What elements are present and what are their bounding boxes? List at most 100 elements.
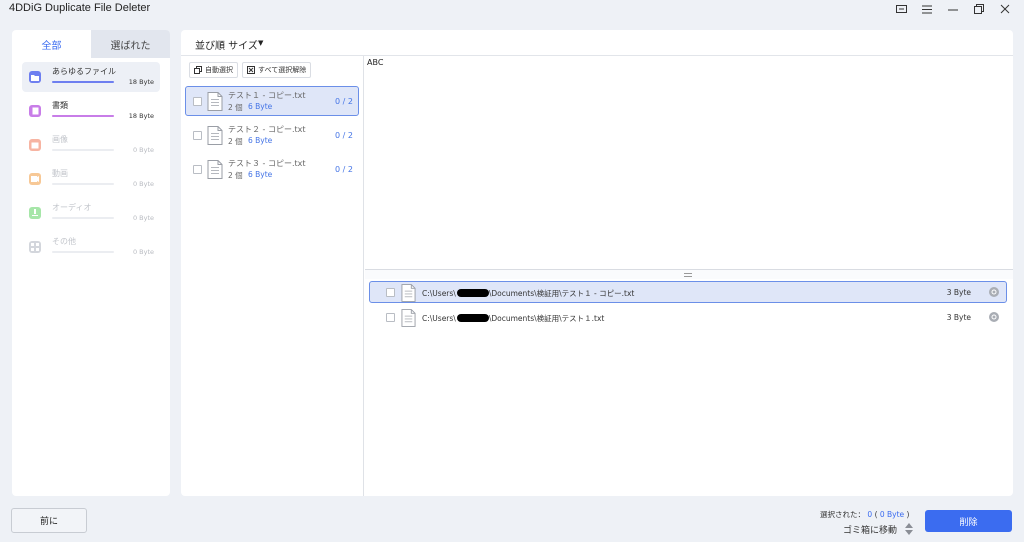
duplicate-group-item[interactable]: テスト１ - コピー.txt 2 個 6 Byte 0 / 2 (185, 86, 359, 116)
window-controls (888, 1, 1018, 17)
main-panel: 並び順 サイズ ▼ 自動選択 すべて選択解除 テスト１ - コピー.txt 2 個… (181, 30, 1013, 496)
video-icon (29, 173, 41, 185)
open-location-icon[interactable] (989, 287, 999, 297)
minimize-icon[interactable] (940, 1, 966, 17)
file-checkbox[interactable] (386, 288, 395, 297)
category-item[interactable]: 画像 0 Byte (22, 130, 160, 160)
category-item[interactable]: 書類 18 Byte (22, 96, 160, 126)
file-checkbox[interactable] (386, 313, 395, 322)
move-to-trash-label[interactable]: ゴミ箱に移動 (843, 523, 897, 536)
caret-down-icon[interactable]: ▼ (258, 39, 263, 47)
file-path-prefix: C:\Users\ (422, 289, 456, 298)
sort-dropdown[interactable]: 並び順 サイズ (195, 37, 258, 52)
group-file-count: 2 個 (228, 137, 243, 146)
category-size: 0 Byte (132, 248, 154, 256)
deselect-icon (247, 66, 255, 74)
group-file-size: 6 Byte (248, 102, 273, 111)
group-selection-ratio: 0 / 2 (335, 131, 353, 140)
menu-icon[interactable] (914, 1, 940, 17)
other-icon (29, 241, 41, 253)
file-preview: ABC (365, 56, 1013, 296)
group-file-name: テスト１ - コピー.txt (228, 91, 306, 100)
category-label: 書類 (52, 101, 68, 110)
sort-bar: 並び順 サイズ ▼ (181, 30, 1013, 56)
title-bar: 4DDiG Duplicate File Deleter (0, 0, 1024, 20)
file-size: 3 Byte (946, 313, 971, 322)
category-item[interactable]: あらゆるファイル 18 Byte (22, 62, 160, 92)
duplicate-group-item[interactable]: テスト２ - コピー.txt 2 個 6 Byte 0 / 2 (185, 120, 359, 150)
group-selection-ratio: 0 / 2 (335, 97, 353, 106)
category-label: あらゆるファイル (52, 67, 116, 76)
category-bar-fill (52, 81, 114, 83)
feedback-icon[interactable] (888, 1, 914, 17)
redacted-username (456, 289, 489, 297)
category-item[interactable]: その他 0 Byte (22, 232, 160, 262)
text-file-icon (207, 91, 223, 116)
text-file-icon (207, 125, 223, 150)
open-location-icon[interactable] (989, 312, 999, 322)
category-bar (52, 217, 114, 219)
tab-selected[interactable]: 選ばれた (91, 30, 170, 58)
sort-arrows-icon[interactable] (904, 521, 914, 535)
category-list: あらゆるファイル 18 Byte 書類 18 Byte 画像 0 Byte 動画 0 Byte… (12, 58, 170, 270)
folder-icon (29, 71, 41, 83)
duplicate-group-item[interactable]: テスト３ - コピー.txt 2 個 6 Byte 0 / 2 (185, 154, 359, 184)
group-file-count: 2 個 (228, 171, 243, 180)
auto-select-button[interactable]: 自動選択 (189, 62, 238, 78)
file-path: C:\Users\ \Documents\検証用\テスト１.txt (422, 313, 604, 324)
text-file-icon (207, 159, 223, 184)
previous-button[interactable]: 前に (11, 508, 87, 533)
tab-all[interactable]: 全部 (12, 30, 91, 58)
category-label: 画像 (52, 135, 68, 144)
category-bar (52, 149, 114, 151)
category-label: オーディオ (52, 203, 92, 212)
restore-icon[interactable] (966, 1, 992, 17)
text-file-icon (401, 308, 416, 332)
file-size: 3 Byte (946, 288, 971, 297)
file-path-suffix: \Documents\検証用\テスト１.txt (488, 314, 605, 323)
auto-select-icon (194, 66, 202, 74)
group-file-count: 2 個 (228, 103, 243, 112)
app-title: 4DDiG Duplicate File Deleter (9, 2, 151, 14)
category-label: 動画 (52, 169, 68, 178)
category-size: 18 Byte (128, 112, 154, 120)
category-item[interactable]: 動画 0 Byte (22, 164, 160, 194)
group-checkbox[interactable] (193, 97, 202, 106)
deselect-all-label: すべて選択解除 (258, 66, 307, 74)
group-file-name: テスト２ - コピー.txt (228, 125, 306, 134)
list-toolbar: 自動選択 すべて選択解除 (189, 62, 312, 78)
selected-size: 0 Byte (879, 510, 905, 519)
group-checkbox[interactable] (193, 165, 202, 174)
duplicate-group-list: 自動選択 すべて選択解除 テスト１ - コピー.txt 2 個 6 Byte 0 / … (181, 56, 364, 496)
category-size: 0 Byte (132, 146, 154, 154)
preview-text: ABC (367, 58, 384, 67)
group-checkbox[interactable] (193, 131, 202, 140)
category-label: その他 (52, 237, 76, 246)
group-selection-ratio: 0 / 2 (335, 165, 353, 174)
category-bar (52, 81, 114, 83)
file-row[interactable]: C:\Users\ \Documents\検証用\テスト１ - コピー.txt 3 … (369, 281, 1007, 303)
category-size: 18 Byte (128, 78, 154, 86)
selected-label: 選択された： (820, 510, 865, 519)
delete-button[interactable]: 削除 (925, 510, 1012, 532)
category-bar (52, 183, 114, 185)
category-panel: 全部 選ばれた あらゆるファイル 18 Byte 書類 18 Byte 画像 0 Byte… (12, 30, 170, 496)
group-file-size: 6 Byte (248, 136, 273, 145)
audio-icon (29, 207, 41, 219)
redacted-username (456, 314, 489, 322)
pane-splitter[interactable] (365, 269, 1013, 279)
selected-count: 0 (867, 510, 873, 519)
document-icon (29, 105, 41, 117)
text-file-icon (401, 283, 416, 307)
category-bar (52, 251, 114, 253)
deselect-all-button[interactable]: すべて選択解除 (242, 62, 312, 78)
file-path-prefix: C:\Users\ (422, 314, 456, 323)
category-item[interactable]: オーディオ 0 Byte (22, 198, 160, 228)
category-size: 0 Byte (132, 214, 154, 222)
category-bar-fill (52, 115, 114, 117)
close-icon[interactable] (992, 1, 1018, 17)
group-file-name: テスト３ - コピー.txt (228, 159, 306, 168)
category-tabs: 全部 選ばれた (12, 30, 170, 58)
grip-icon[interactable] (684, 273, 692, 277)
file-row[interactable]: C:\Users\ \Documents\検証用\テスト１.txt 3 Byte (369, 306, 1007, 328)
